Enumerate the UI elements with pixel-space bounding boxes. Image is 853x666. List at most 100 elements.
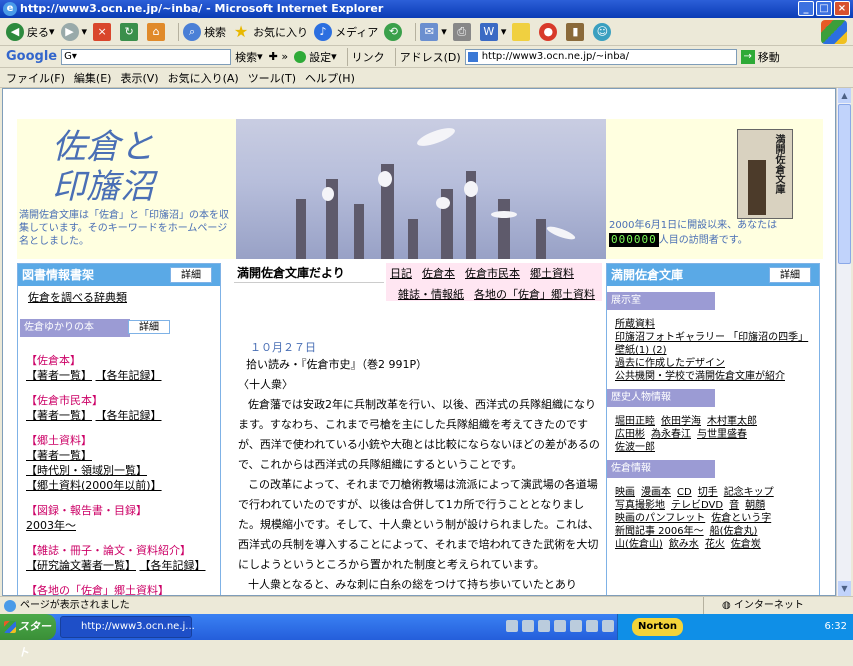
norton-tray-button[interactable]: Norton [632, 618, 683, 636]
nav-magazine[interactable]: 雑誌・情報紙 [398, 287, 464, 302]
menu-favorites[interactable]: お気に入り(A) [168, 70, 239, 86]
tray-app-icon[interactable] [554, 620, 566, 632]
stop-button[interactable]: × [93, 22, 114, 41]
yukari-detail-button[interactable]: 詳細 [128, 320, 170, 334]
menu-help[interactable]: ヘルプ(H) [305, 70, 355, 86]
intro-text: 満開佐倉文庫は「佐倉」と「印旛沼」の本を収集しています。そのキーワードをホームペ… [19, 210, 229, 247]
info-link[interactable]: CD [677, 487, 692, 498]
info-link[interactable]: 切手 [698, 487, 718, 498]
research-button[interactable]: ▮ [566, 22, 587, 41]
tray-app-icon[interactable] [570, 620, 582, 632]
info-link[interactable]: 映画 [615, 487, 635, 498]
link-public-intro[interactable]: 公共機関・学校で満開佐倉文庫が紹介 [615, 371, 785, 382]
pre2000-link[interactable]: 【郷土資料(2000年以前)】 [26, 478, 212, 493]
favorites-button[interactable]: ★ お気に入り [232, 22, 308, 41]
media-button[interactable]: ♪ メディア [314, 22, 378, 41]
tray-app-icon[interactable] [586, 620, 598, 632]
link-collection[interactable]: 所蔵資料 [615, 319, 655, 330]
menu-file[interactable]: ファイル(F) [6, 70, 65, 86]
edit-button[interactable]: W ▾ [479, 22, 506, 41]
year-record-link[interactable]: 【各年記録】 [140, 559, 206, 572]
people-button[interactable]: ☺ [593, 22, 614, 41]
info-link[interactable]: 新聞記事 2006年〜 [615, 526, 704, 537]
settings-icon [294, 50, 307, 63]
discuss-button[interactable] [512, 22, 533, 41]
person-link[interactable]: 佐波一郎 [615, 442, 655, 453]
info-link[interactable]: 花火 [705, 539, 725, 550]
link-photo-gallery[interactable]: 印旛沼フォトギャラリー 「印旛沼の四季」 [615, 332, 808, 343]
google-search-input[interactable]: G▾ [61, 48, 232, 65]
book-cover-image[interactable]: 満開佐倉文庫 [737, 129, 793, 219]
close-button[interactable]: × [834, 1, 850, 16]
person-link[interactable]: 堀田正睦 [615, 416, 655, 427]
scroll-up-icon[interactable]: ▲ [838, 88, 851, 103]
link-wallpaper[interactable]: 壁紙(1) (2) [615, 345, 667, 356]
info-link[interactable]: 写真撮影地 [615, 500, 665, 511]
messenger-button[interactable]: ● [539, 22, 560, 41]
dictionary-link[interactable]: 佐倉を調べる辞典類 [28, 290, 210, 305]
nav-regional[interactable]: 各地の「佐倉」郷土資料 [474, 287, 595, 302]
menu-view[interactable]: 表示(V) [120, 70, 158, 86]
link-past-design[interactable]: 過去に作成したデザイン [615, 358, 725, 369]
scroll-down-icon[interactable]: ▼ [838, 581, 851, 596]
nav-local-material[interactable]: 郷土資料 [530, 266, 574, 281]
info-link[interactable]: 記念キップ [724, 487, 774, 498]
forward-button[interactable]: ▶ ▾ [60, 22, 87, 41]
info-link[interactable]: 飲み水 [669, 539, 699, 550]
author-list-link[interactable]: 【著者一覧】 [26, 409, 92, 422]
links-button[interactable]: リンク [352, 49, 385, 65]
scroll-thumb[interactable] [838, 104, 851, 264]
nav-sakura-book[interactable]: 佐倉本 [422, 266, 455, 281]
info-link[interactable]: テレビDVD [671, 500, 723, 511]
go-button[interactable]: → 移動 [740, 49, 780, 65]
address-input[interactable]: http://www3.ocn.ne.jp/~inba/ [464, 48, 737, 65]
print-button[interactable]: ⎙ [452, 22, 474, 41]
year-record-link[interactable]: 【各年記録】 [96, 369, 162, 382]
refresh-button[interactable]: ↻ [120, 22, 141, 41]
info-link[interactable]: 漫画本 [641, 487, 671, 498]
info-link[interactable]: 船(佐倉丸) [710, 526, 758, 537]
person-link[interactable]: 依田学海 [661, 416, 701, 427]
left-detail-button[interactable]: 詳細 [170, 267, 212, 283]
right-detail-button[interactable]: 詳細 [769, 267, 811, 283]
maximize-button[interactable]: □ [816, 1, 832, 16]
menu-tools[interactable]: ツール(T) [248, 70, 296, 86]
author-list-link[interactable]: 【著者一覧】 [26, 449, 92, 462]
thesis-author-link[interactable]: 【研究論文著者一覧】 [26, 559, 136, 572]
settings-button[interactable]: 設定 ▾ [294, 49, 337, 65]
author-list-link[interactable]: 【著者一覧】 [26, 369, 92, 382]
person-link[interactable]: 為永春江 [651, 429, 691, 440]
info-link[interactable]: 音 [729, 500, 739, 511]
search-button[interactable]: ⌕ 検索 [183, 22, 226, 41]
nav-diary[interactable]: 日記 [390, 266, 412, 281]
tray-app-icon[interactable] [506, 620, 518, 632]
site-logo[interactable]: 佐倉と 印旛沼 [52, 127, 154, 207]
tray-app-icon[interactable] [522, 620, 534, 632]
year-record-link[interactable]: 【各年記録】 [96, 409, 162, 422]
vertical-scrollbar[interactable]: ▲ ▼ [836, 88, 851, 596]
minimize-button[interactable]: _ [798, 1, 814, 16]
person-link[interactable]: 木村軍太郎 [707, 416, 757, 427]
catalog-2003-link[interactable]: 2003年〜 [26, 518, 212, 533]
info-link[interactable]: 佐倉という字 [711, 513, 771, 524]
popup-blocker-icon[interactable]: ✚ » [269, 50, 288, 63]
home-button[interactable]: ⌂ [147, 22, 168, 41]
google-search-button[interactable]: 検索 ▾ [235, 49, 263, 65]
start-button[interactable]: スタート [0, 614, 56, 659]
tray-app-icon[interactable] [538, 620, 550, 632]
person-link[interactable]: 与世里盛春 [697, 429, 747, 440]
era-list-link[interactable]: 【時代別・領域別一覧】 [26, 464, 147, 477]
taskbar-ie-window[interactable]: http://www3.ocn.ne.j... [60, 616, 195, 638]
history-button[interactable]: ⟲ [384, 22, 405, 41]
info-link[interactable]: 山(佐倉山) [615, 539, 663, 550]
info-link[interactable]: 映画のパンフレット [615, 513, 705, 524]
tray-app-icon[interactable] [602, 620, 614, 632]
back-arrow-icon: ◀ [6, 22, 24, 41]
menu-edit[interactable]: 編集(E) [74, 70, 112, 86]
info-link[interactable]: 朝顔 [745, 500, 765, 511]
nav-citizen-book[interactable]: 佐倉市民本 [465, 266, 520, 281]
info-link[interactable]: 佐倉炭 [731, 539, 761, 550]
mail-button[interactable]: ✉ ▾ [420, 22, 447, 41]
person-link[interactable]: 広田彬 [615, 429, 645, 440]
back-button[interactable]: ◀ 戻る ▾ [6, 22, 55, 41]
